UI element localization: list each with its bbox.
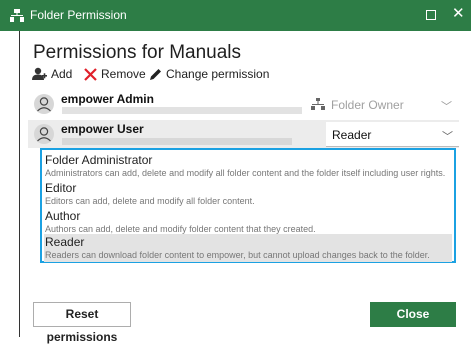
role-dropdown-list: Folder Administrator Administrators can … bbox=[40, 148, 456, 263]
option-description: Editors can add, delete and modify all f… bbox=[45, 196, 255, 206]
chevron-down-icon: ﹀ bbox=[442, 131, 453, 143]
close-button[interactable]: Close bbox=[370, 302, 456, 327]
redacted-email bbox=[62, 138, 292, 145]
add-label: Add bbox=[51, 67, 73, 81]
remove-x-icon bbox=[84, 67, 97, 81]
option-description: Administrators can add, delete and modif… bbox=[45, 168, 446, 178]
user-name: empower User bbox=[61, 122, 144, 136]
add-user-icon bbox=[32, 67, 47, 80]
remove-label: Remove bbox=[101, 67, 146, 81]
option-name: Folder Administrator bbox=[45, 153, 153, 167]
pencil-icon bbox=[150, 68, 161, 80]
user-row-admin[interactable]: empower Admin Folder Owner ﹀ bbox=[28, 90, 459, 118]
title-bar: Folder Permission ✕ bbox=[0, 0, 471, 31]
window-frame-left bbox=[19, 31, 20, 337]
option-description: Readers can download folder content to e… bbox=[45, 250, 430, 260]
user-name: empower Admin bbox=[61, 92, 154, 106]
option-name: Reader bbox=[45, 235, 85, 249]
role-select[interactable]: Reader ﹀ bbox=[326, 122, 459, 147]
add-button[interactable]: Add bbox=[32, 67, 72, 81]
avatar bbox=[34, 94, 54, 114]
maximize-icon[interactable] bbox=[426, 10, 436, 20]
role-select-value: Reader bbox=[332, 128, 372, 142]
close-icon[interactable]: ✕ bbox=[452, 6, 465, 21]
change-permission-label: Change permission bbox=[166, 67, 270, 81]
change-permission-button[interactable]: Change permission bbox=[149, 67, 269, 81]
option-reader[interactable]: Reader Readers can download folder conte… bbox=[44, 234, 452, 262]
avatar bbox=[34, 124, 54, 144]
option-author[interactable]: Author Authors can add, delete and modif… bbox=[44, 208, 452, 236]
redacted-email bbox=[62, 107, 302, 114]
user-icon bbox=[37, 127, 51, 142]
network-icon bbox=[311, 98, 325, 110]
user-icon bbox=[37, 97, 51, 112]
role-label: Folder Owner bbox=[331, 98, 404, 112]
window-title: Folder Permission bbox=[30, 8, 127, 22]
option-description: Authors can add, delete and modify folde… bbox=[45, 224, 316, 234]
option-name: Editor bbox=[45, 181, 77, 195]
option-editor[interactable]: Editor Editors can add, delete and modif… bbox=[44, 180, 452, 208]
network-folder-icon bbox=[10, 9, 24, 22]
reset-permissions-button[interactable]: Reset permissions bbox=[33, 302, 131, 344]
chevron-down-icon: ﹀ bbox=[441, 101, 452, 113]
page-title: Permissions for Manuals bbox=[33, 42, 242, 63]
option-name: Author bbox=[45, 209, 81, 223]
option-folder-administrator[interactable]: Folder Administrator Administrators can … bbox=[44, 152, 452, 180]
remove-button[interactable]: Remove bbox=[84, 67, 146, 81]
